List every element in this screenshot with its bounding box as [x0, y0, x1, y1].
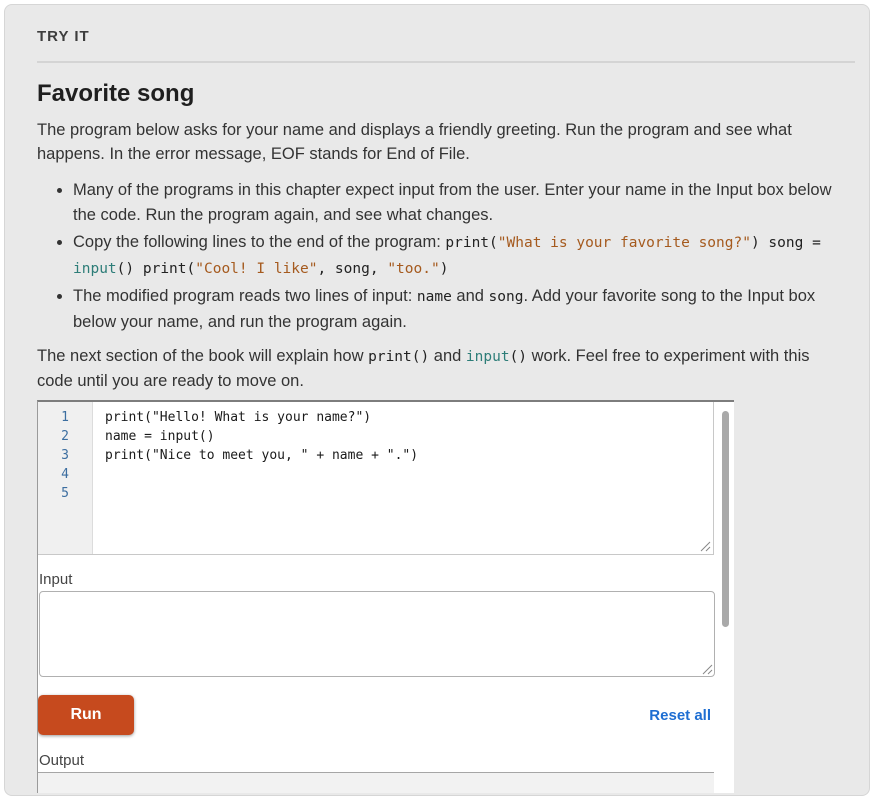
run-button[interactable]: Run: [38, 695, 134, 735]
code-text-area[interactable]: print("Hello! What is your name?") name …: [93, 402, 713, 554]
bullet-item: Many of the programs in this chapter exp…: [73, 178, 843, 227]
input-label: Input: [39, 571, 734, 588]
run-row: Run Reset all: [38, 695, 714, 735]
line-numbers: 1 2 3 4 5: [38, 402, 92, 503]
code-text[interactable]: print("Hello! What is your name?") name …: [93, 402, 713, 465]
header-divider: [37, 61, 855, 63]
scrollbar-thumb[interactable]: [722, 411, 729, 627]
section-header: TRY IT: [37, 28, 841, 45]
line-number-gutter: 1 2 3 4 5: [38, 402, 93, 554]
bullet-item: The modified program reads two lines of …: [73, 284, 843, 334]
reset-all-link[interactable]: Reset all: [649, 707, 711, 724]
code-editor[interactable]: 1 2 3 4 5 print("Hello! What is your nam…: [38, 402, 714, 555]
resize-grip-icon[interactable]: [700, 541, 711, 552]
code-tool-widget: 1 2 3 4 5 print("Hello! What is your nam…: [37, 400, 734, 793]
output-area: [38, 772, 714, 793]
bullet-item: Copy the following lines to the end of t…: [73, 230, 843, 281]
page-title: Favorite song: [37, 80, 841, 108]
resize-grip-icon[interactable]: [702, 664, 713, 675]
instruction-list: Many of the programs in this chapter exp…: [37, 178, 843, 334]
input-textarea[interactable]: [39, 591, 715, 677]
input-textarea-wrap: [39, 591, 715, 677]
output-label: Output: [39, 752, 734, 769]
intro-paragraph: The program below asks for your name and…: [37, 118, 843, 166]
try-it-card: TRY IT Favorite song The program below a…: [4, 4, 870, 796]
closing-paragraph: The next section of the book will explai…: [37, 344, 843, 393]
